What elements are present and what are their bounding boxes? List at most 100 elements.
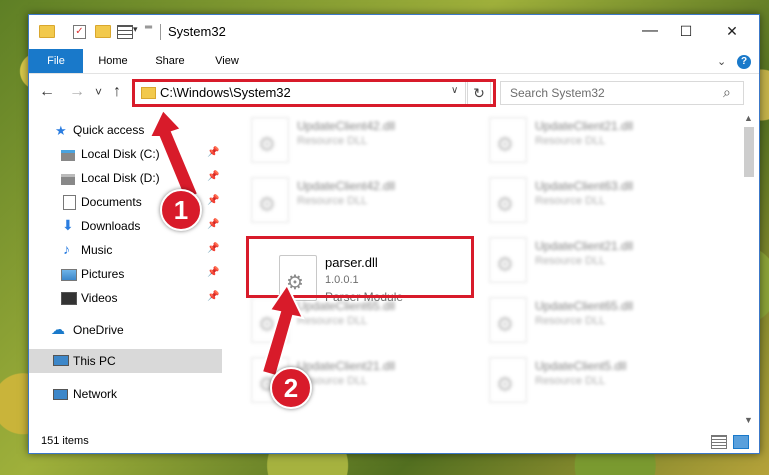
status-bar: 151 items bbox=[29, 429, 759, 453]
file-name: UpdateClient65.dll bbox=[535, 299, 634, 313]
file-name: UpdateClient65.dll bbox=[297, 299, 396, 313]
tab-home[interactable]: Home bbox=[91, 49, 135, 73]
scrollbar-thumb[interactable] bbox=[744, 127, 754, 177]
vertical-scrollbar[interactable]: ▲ ▼ bbox=[741, 111, 757, 429]
documents-icon bbox=[63, 195, 76, 210]
list-item[interactable]: ⚙ UpdateClient42.dll Resource DLL bbox=[251, 171, 481, 225]
quick-access-toolbar-dropdown-icon[interactable]: ═ bbox=[145, 22, 152, 36]
sidebar-item-label: Music bbox=[81, 243, 113, 257]
minimize-button[interactable]: — bbox=[635, 20, 665, 42]
up-button[interactable]: ↑ bbox=[113, 83, 121, 101]
file-name: UpdateClient21.dll bbox=[535, 239, 634, 253]
sidebar-item-label: Documents bbox=[81, 195, 142, 209]
sidebar-item-label: Pictures bbox=[81, 267, 125, 281]
search-input[interactable]: Search System32 ⌕ bbox=[500, 81, 744, 105]
file-description: Resource DLL bbox=[535, 135, 606, 147]
expand-ribbon-icon[interactable]: ⌄ bbox=[717, 55, 726, 68]
computer-icon bbox=[53, 355, 69, 366]
scroll-down-icon[interactable]: ▼ bbox=[744, 415, 753, 425]
list-item[interactable]: ⚙ UpdateClient21.dll Resource DLL bbox=[489, 231, 719, 285]
tab-share[interactable]: Share bbox=[147, 49, 193, 73]
list-item[interactable]: ⚙ UpdateClient21.dll Resource DLL bbox=[489, 111, 719, 165]
sidebar-item-pictures[interactable]: Pictures 📌 bbox=[29, 263, 222, 285]
sidebar-item-label: Downloads bbox=[81, 219, 141, 233]
search-icon: ⌕ bbox=[723, 84, 731, 100]
new-folder-icon[interactable] bbox=[95, 25, 111, 38]
list-item[interactable]: ⚙ UpdateClient5.dll Resource DLL bbox=[489, 351, 719, 405]
sidebar-item-network[interactable]: Network bbox=[29, 383, 222, 405]
sidebar-item-quick-access[interactable]: ★ Quick access bbox=[29, 119, 222, 141]
network-icon bbox=[53, 389, 68, 400]
back-button[interactable]: ← bbox=[39, 83, 55, 101]
list-item[interactable]: ⚙ UpdateClient63.dll Resource DLL bbox=[489, 171, 719, 225]
sidebar-item-onedrive[interactable]: ☁ OneDrive bbox=[29, 319, 222, 341]
file-description: Resource DLL bbox=[535, 255, 606, 267]
pin-icon[interactable]: 📌 bbox=[207, 291, 219, 302]
properties-icon[interactable]: ✓ bbox=[73, 25, 86, 39]
file-description: Resource DLL bbox=[535, 315, 606, 327]
sidebar-item-label: This PC bbox=[73, 354, 116, 368]
sidebar-item-local-disk-d[interactable]: Local Disk (D:) 📌 bbox=[29, 167, 222, 189]
address-highlight-box bbox=[132, 79, 496, 107]
file-description: Resource DLL bbox=[297, 195, 368, 207]
details-view-icon[interactable] bbox=[711, 435, 727, 449]
scroll-up-icon[interactable]: ▲ bbox=[744, 113, 753, 123]
sidebar-item-local-disk-c[interactable]: Local Disk (C:) 📌 bbox=[29, 143, 222, 165]
file-name: UpdateClient21.dll bbox=[297, 359, 396, 373]
explorer-window: ✓ ▾ ═ System32 — ☐ ✕ File Home Share Vie… bbox=[28, 14, 760, 454]
pin-icon[interactable]: 📌 bbox=[207, 147, 219, 158]
tab-file[interactable]: File bbox=[29, 49, 83, 73]
dll-file-icon: ⚙ bbox=[489, 117, 527, 163]
sidebar-item-music[interactable]: ♪ Music 📌 bbox=[29, 239, 222, 261]
pin-icon[interactable]: 📌 bbox=[207, 267, 219, 278]
sidebar-item-videos[interactable]: Videos 📌 bbox=[29, 287, 222, 309]
file-name: UpdateClient42.dll bbox=[297, 179, 396, 193]
dll-file-icon: ⚙ bbox=[489, 237, 527, 283]
sidebar-item-label: Local Disk (C:) bbox=[81, 147, 160, 161]
sidebar-item-label: Local Disk (D:) bbox=[81, 171, 160, 185]
file-description: Resource DLL bbox=[297, 135, 368, 147]
cloud-icon: ☁ bbox=[51, 321, 65, 337]
file-description: Resource DLL bbox=[535, 195, 606, 207]
dll-file-icon: ⚙ bbox=[251, 297, 289, 343]
drive-icon bbox=[61, 150, 75, 161]
large-icons-view-icon[interactable] bbox=[733, 435, 749, 449]
tab-view[interactable]: View bbox=[205, 49, 249, 73]
sidebar-item-this-pc[interactable]: This PC bbox=[29, 349, 222, 373]
star-icon: ★ bbox=[55, 123, 67, 138]
file-name: UpdateClient42.dll bbox=[297, 119, 396, 133]
customize-toolbar-icon[interactable] bbox=[117, 25, 133, 39]
maximize-button[interactable]: ☐ bbox=[671, 20, 701, 42]
help-icon[interactable]: ? bbox=[737, 55, 751, 69]
dll-file-icon: ⚙ bbox=[251, 117, 289, 163]
sidebar-item-label: Videos bbox=[81, 291, 118, 305]
list-item[interactable]: ⚙ UpdateClient65.dll Resource DLL bbox=[251, 291, 481, 345]
pin-icon[interactable]: 📌 bbox=[207, 195, 219, 206]
music-icon: ♪ bbox=[63, 241, 70, 257]
item-count: 151 items bbox=[41, 435, 89, 447]
close-button[interactable]: ✕ bbox=[717, 20, 747, 42]
step-1-badge: 1 bbox=[160, 189, 202, 231]
search-placeholder: Search System32 bbox=[510, 86, 605, 100]
recent-locations-button[interactable]: ˅ bbox=[95, 85, 102, 99]
toolbar-dropdown-icon[interactable]: ▾ bbox=[133, 24, 138, 38]
pin-icon[interactable]: 📌 bbox=[207, 243, 219, 254]
dll-file-icon: ⚙ bbox=[251, 177, 289, 223]
file-description: Resource DLL bbox=[297, 315, 368, 327]
dll-file-icon: ⚙ bbox=[489, 297, 527, 343]
navigation-pane: ★ Quick access Local Disk (C:) 📌 Local D… bbox=[29, 111, 222, 429]
forward-button[interactable]: → bbox=[69, 83, 85, 101]
pin-icon[interactable]: 📌 bbox=[207, 219, 219, 230]
download-icon: ⬇ bbox=[62, 217, 74, 233]
file-name: UpdateClient5.dll bbox=[535, 359, 627, 373]
pin-icon[interactable]: 📌 bbox=[207, 171, 219, 182]
list-item[interactable]: ⚙ UpdateClient42.dll Resource DLL bbox=[251, 111, 481, 165]
dll-file-icon: ⚙ bbox=[489, 177, 527, 223]
window-title: System32 bbox=[168, 24, 226, 39]
dll-file-icon: ⚙ bbox=[489, 357, 527, 403]
list-item[interactable]: ⚙ UpdateClient65.dll Resource DLL bbox=[489, 291, 719, 345]
folder-icon bbox=[39, 25, 55, 38]
pictures-icon bbox=[61, 269, 77, 281]
step-2-badge: 2 bbox=[270, 367, 312, 409]
videos-icon bbox=[61, 292, 77, 305]
